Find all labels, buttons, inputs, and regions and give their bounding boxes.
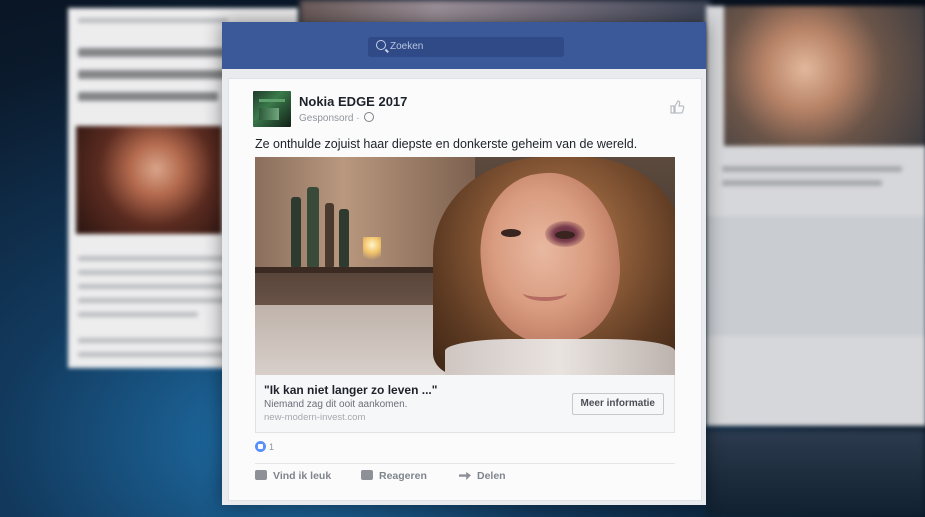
ad-domain: new-modern-invest.com [264, 412, 366, 423]
ad-headline[interactable]: "Ik kan niet langer zo leven ..." [264, 383, 437, 397]
comment-label: Reageren [379, 470, 427, 482]
post-actions: Vind ik leuk Reageren Delen [255, 463, 675, 488]
bg-bottom-right [706, 430, 925, 517]
search-input[interactable]: Zoeken [368, 37, 564, 57]
more-info-button[interactable]: Meer informatie [571, 393, 664, 415]
reaction-summary[interactable]: 1 [255, 441, 274, 452]
share-label: Delen [477, 470, 506, 482]
sponsored-text: Gesponsord · [299, 113, 363, 124]
post-text: Ze onthulde zojuist haar diepste en donk… [255, 137, 638, 151]
share-icon [459, 472, 471, 480]
facebook-top-bar: Zoeken [222, 22, 706, 69]
reaction-count: 1 [269, 442, 275, 452]
comment-icon [361, 470, 373, 480]
ad-caption[interactable]: "Ik kan niet langer zo leven ..." Nieman… [255, 375, 675, 433]
globe-icon [364, 112, 375, 122]
thumbs-up-icon[interactable] [669, 99, 685, 120]
search-icon [376, 40, 386, 50]
search-placeholder: Zoeken [390, 41, 424, 52]
comment-button[interactable]: Reageren [361, 470, 427, 482]
bg-news-photo [76, 126, 222, 234]
bg-news-photo-right [724, 6, 925, 146]
like-button[interactable]: Vind ik leuk [255, 470, 331, 482]
ad-image[interactable] [255, 157, 675, 375]
page-name[interactable]: Nokia EDGE 2017 [299, 94, 407, 109]
sponsored-post: Nokia EDGE 2017 Gesponsord · Ze onthulde… [228, 78, 702, 501]
facebook-window: Zoeken Nokia EDGE 2017 Gesponsord · Ze o… [222, 22, 706, 505]
share-button[interactable]: Delen [459, 470, 506, 482]
like-reaction-icon [255, 441, 266, 452]
like-icon [255, 470, 267, 480]
bg-news-article-right [706, 6, 925, 426]
page-avatar[interactable] [253, 91, 291, 127]
ad-description: Niemand zag dit ooit aankomen. [264, 399, 408, 410]
sponsored-label: Gesponsord · [299, 112, 375, 124]
like-label: Vind ik leuk [273, 470, 332, 482]
